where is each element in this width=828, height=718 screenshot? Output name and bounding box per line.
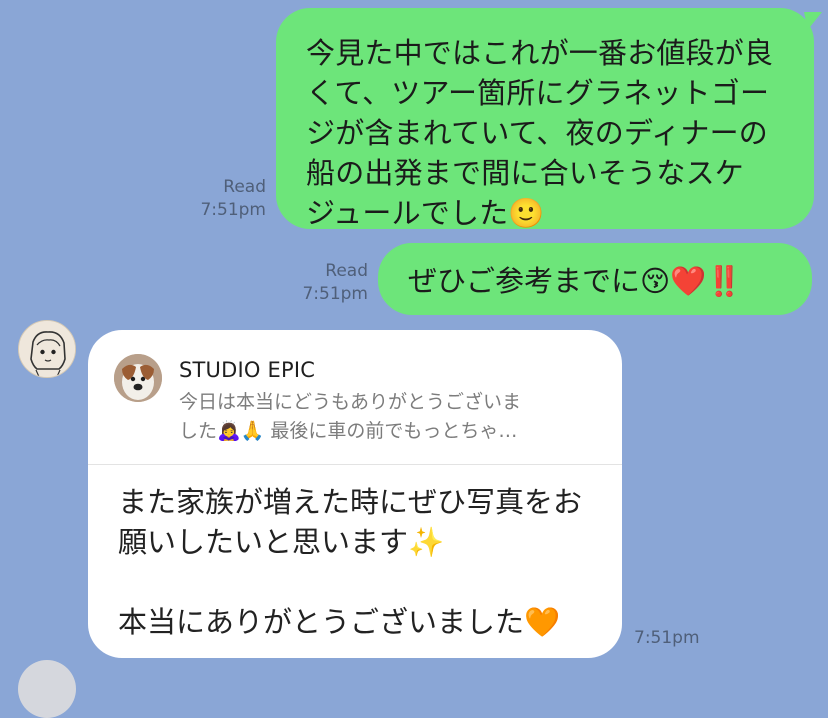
quoted-sender-name: STUDIO EPIC [179, 358, 316, 382]
message-time: 7:51pm [200, 200, 266, 220]
incoming-message-text: また家族が増えた時にぜひ写真をお 願いしたいと思います✨ 本当にありがとうござい… [118, 485, 583, 639]
quoted-message-preview: 今日は本当にどうもありがとうございま した🙇‍♀️🙏 最後に車の前でもっとちゃ… [179, 391, 522, 442]
quoted-avatar [114, 354, 162, 402]
chat-container: Read 7:51pm 今見た中ではこれが一番お値段が良 くて、ツアー箇所にグラ… [0, 0, 828, 718]
sender-avatar[interactable] [18, 320, 76, 378]
quoted-message[interactable]: STUDIO EPIC 今日は本当にどうもありがとうございま した🙇‍♀️🙏 最… [88, 330, 622, 465]
outgoing-message-1[interactable]: 今見た中ではこれが一番お値段が良 くて、ツアー箇所にグラネットゴー ジが含まれて… [276, 8, 814, 230]
incoming-message[interactable]: STUDIO EPIC 今日は本当にどうもありがとうございま した🙇‍♀️🙏 最… [88, 330, 622, 658]
dog-photo-icon [114, 354, 162, 402]
outgoing-message-2[interactable]: ぜひご参考までに😚❤️‼️ [378, 243, 812, 315]
avatar-icon [19, 321, 75, 377]
outgoing-message-text: 今見た中ではこれが一番お値段が良 くて、ツアー箇所にグラネットゴー ジが含まれて… [306, 36, 774, 230]
outgoing-message-text: ぜひご参考までに😚❤️‼️ [408, 264, 743, 298]
read-status: Read [325, 261, 368, 281]
message-time: 7:51pm [302, 284, 368, 304]
read-status: Read [223, 177, 266, 197]
message-meta-2: Read 7:51pm [294, 260, 368, 306]
message-meta-1: Read 7:51pm [192, 176, 266, 222]
incoming-message-time: 7:51pm [634, 628, 700, 648]
